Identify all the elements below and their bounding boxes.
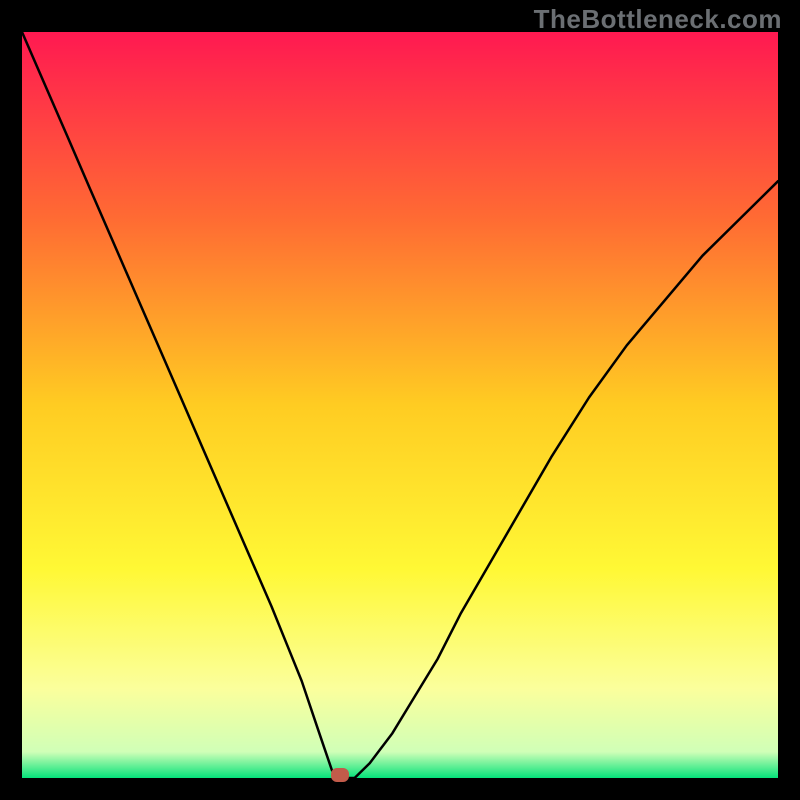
chart-container: TheBottleneck.com [0, 0, 800, 800]
watermark-text: TheBottleneck.com [534, 4, 782, 35]
plot-background [22, 32, 778, 778]
min-marker [331, 768, 349, 782]
plot-area [22, 32, 778, 778]
chart-svg [22, 32, 778, 778]
